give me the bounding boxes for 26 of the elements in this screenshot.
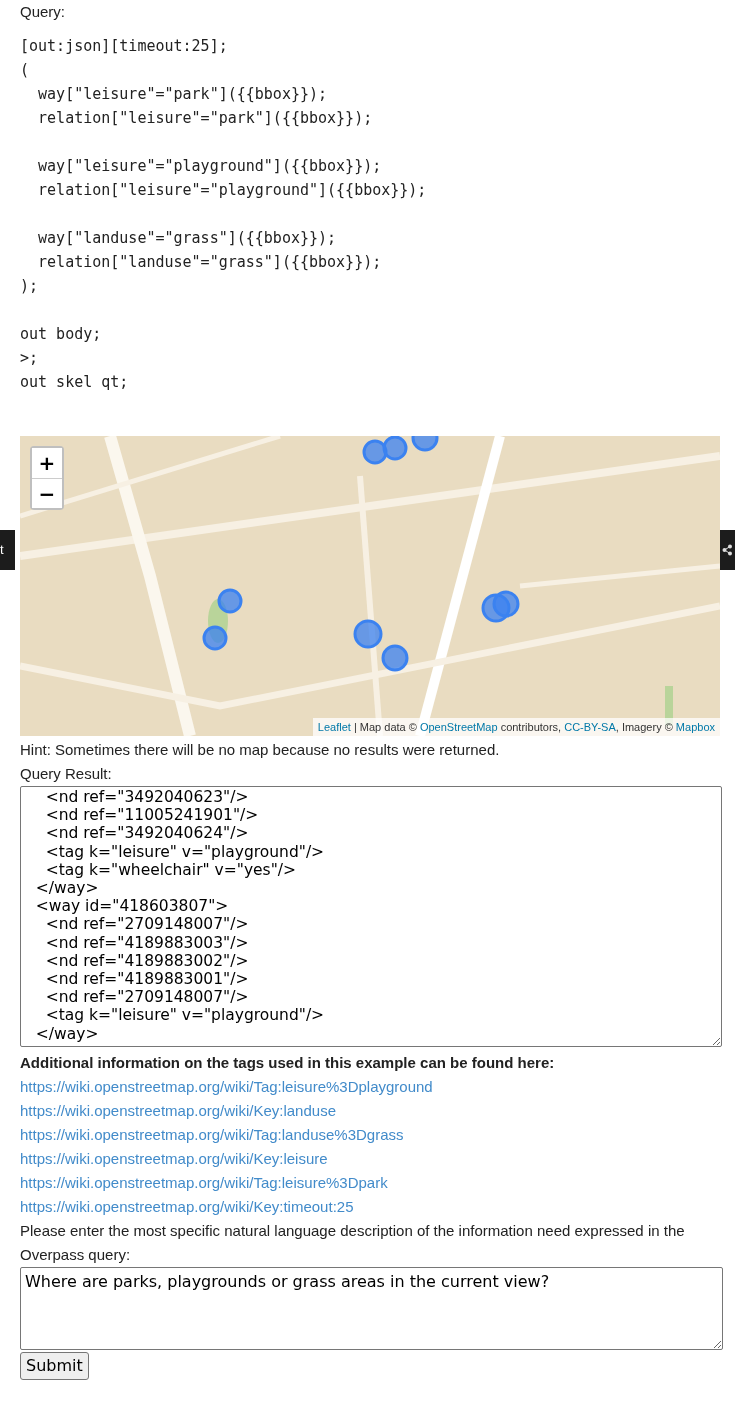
prompt-text: Please enter the most specific natural language description of the information need expressed in the Overpass query: — [20, 1221, 686, 1265]
attribution-text: , Imagery © — [615, 720, 674, 733]
side-tab[interactable] — [720, 530, 735, 570]
attribution-link[interactable]: Leaflet — [317, 720, 351, 733]
wiki-link[interactable]: https://wiki.openstreetmap.org/wiki/Tag:leisure%3Dpark — [20, 1171, 720, 1195]
info-heading: Additional information on the tags used in this example can be found here: — [20, 1053, 556, 1073]
wiki-link[interactable]: https://wiki.openstreetmap.org/wiki/Key:timeout:25 — [20, 1195, 720, 1219]
hint-text: Hint: Sometimes there will be no map because no results were returned. — [20, 740, 501, 760]
wiki-link[interactable]: https://wiki.openstreetmap.org/wiki/Key:landuse — [20, 1099, 720, 1123]
zoom-out-button[interactable]: − — [32, 478, 62, 508]
side-tab[interactable]: t — [0, 530, 15, 570]
query-code-text: [out:json][timeout:25]; ( way["leisure"="park"]({{bbox}}); relation["leisure"="park"]({{bbox}}); way["leisure"="playground"]({{bbox}}); relation["leisure"="playground"]({{bbox}}); way["landuse"="grass"]({{bbox}}); relation["landuse"="grass"]({{bbox}}); ); out body; >; out skel qt; — [20, 36, 428, 393]
wiki-link[interactable]: https://wiki.openstreetmap.org/wiki/Tag:leisure%3Dplayground — [20, 1075, 720, 1099]
attribution-link[interactable]: Mapbox — [675, 720, 715, 733]
attribution-text: contributors, — [499, 720, 563, 733]
answer-textarea[interactable]: Where are parks, playgrounds or grass areas in the current view? — [20, 1267, 723, 1350]
attribution-link[interactable]: CC-BY-SA — [564, 720, 616, 733]
query-label: Query: — [20, 2, 66, 21]
result-textarea[interactable]: <nd ref="3492040623"/> <nd ref="11005241901"/> <nd ref="3492040624"/> <tag k="leisure" v="playground"/> <tag k="wheelchair" v="yes"/> </way> <way id="418603807"> <nd ref="2709148007"/> <nd ref="4189883003"/> <nd ref="4189883002"/> <nd ref="4189883001"/> <nd ref="2709148007"/> <tag k="leisure" v="playground"/> </way> — [20, 786, 722, 1047]
attribution-text: | Map data © — [352, 720, 418, 733]
submit-button[interactable]: Submit — [20, 1352, 89, 1380]
wiki-link[interactable]: https://wiki.openstreetmap.org/wiki/Tag:landuse%3Dgrass — [20, 1123, 720, 1147]
attribution-link[interactable]: OpenStreetMap — [419, 720, 498, 733]
result-label: Query Result: — [20, 764, 113, 784]
wiki-link[interactable]: https://wiki.openstreetmap.org/wiki/Key:leisure — [20, 1147, 720, 1171]
share-icon — [722, 544, 733, 556]
